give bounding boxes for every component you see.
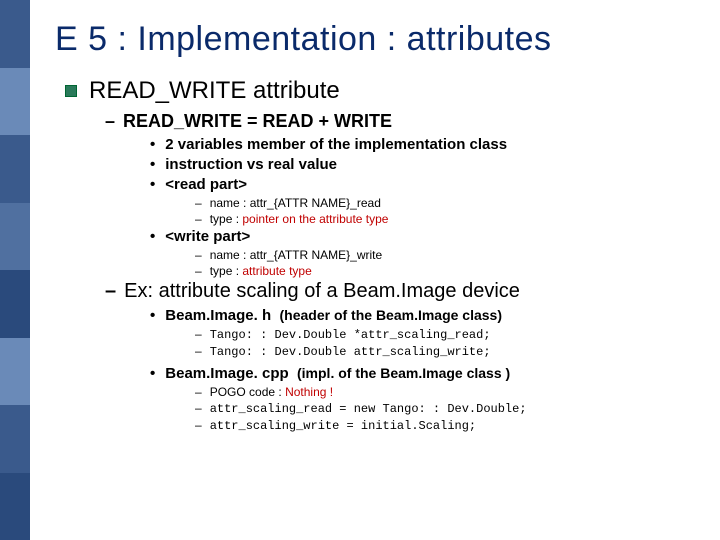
code-text: Tango: : Dev.Double *attr_scaling_read;: [210, 328, 491, 342]
text: instruction vs real value: [165, 156, 337, 173]
text: type :: [210, 212, 243, 226]
text: name : attr_{ATTR NAME}_write: [210, 248, 383, 262]
heading-read-write: READ_WRITE attribute: [65, 77, 708, 105]
sub-rw-eq: –READ_WRITE = READ + WRITE: [105, 111, 708, 132]
red-text: pointer on the attribute type: [242, 212, 388, 226]
text: <write part>: [165, 228, 250, 245]
text: name : attr_{ATTR NAME}_read: [210, 196, 381, 210]
bullet-write-part: •<write part>: [150, 228, 708, 245]
red-text: attribute type: [242, 264, 311, 278]
text: 2 variables member of the implementation…: [165, 136, 507, 153]
pogo-line: –POGO code : Nothing !: [195, 385, 708, 399]
bullet-instruction: •instruction vs real value: [150, 156, 708, 173]
sidebar-stripe: [0, 0, 30, 540]
text: Beam.Image. cpp: [165, 365, 288, 382]
code-text: attr_scaling_write = initial.Scaling;: [210, 419, 476, 433]
header-line-1: –Tango: : Dev.Double *attr_scaling_read;: [195, 327, 708, 342]
sidebar-seg: [0, 68, 30, 136]
cpp-line-1: –attr_scaling_read = new Tango: : Dev.Do…: [195, 401, 708, 416]
text: Ex: attribute scaling of a Beam.Image de…: [124, 280, 520, 302]
sidebar-seg: [0, 203, 30, 271]
read-part-name: –name : attr_{ATTR NAME}_read: [195, 196, 708, 210]
paren-text: (impl. of the Beam.Image class ): [297, 365, 510, 381]
sidebar-seg: [0, 135, 30, 203]
heading-text: READ_WRITE attribute: [89, 77, 340, 104]
cpp-file: •Beam.Image. cpp (impl. of the Beam.Imag…: [150, 365, 708, 382]
cpp-line-2: –attr_scaling_write = initial.Scaling;: [195, 418, 708, 433]
paren-text: (header of the Beam.Image class): [279, 307, 502, 323]
sidebar-seg: [0, 338, 30, 406]
write-part-name: –name : attr_{ATTR NAME}_write: [195, 248, 708, 262]
square-bullet-icon: [65, 85, 77, 97]
text: Beam.Image. h: [165, 307, 271, 324]
sidebar-seg: [0, 405, 30, 473]
bullet-read-part: •<read part>: [150, 176, 708, 193]
slide-content: E 5 : Implementation : attributes READ_W…: [55, 20, 708, 435]
sidebar-seg: [0, 0, 30, 68]
header-file: •Beam.Image. h (header of the Beam.Image…: [150, 307, 708, 324]
red-text: Nothing !: [285, 385, 333, 399]
header-line-2: –Tango: : Dev.Double attr_scaling_write;: [195, 344, 708, 359]
sidebar-seg: [0, 270, 30, 338]
code-text: attr_scaling_read = new Tango: : Dev.Dou…: [210, 402, 527, 416]
write-part-type: –type : attribute type: [195, 264, 708, 278]
text: type :: [210, 264, 243, 278]
text: POGO code :: [210, 385, 285, 399]
bullet-vars: •2 variables member of the implementatio…: [150, 136, 708, 153]
text: <read part>: [165, 176, 247, 193]
slide-title: E 5 : Implementation : attributes: [55, 20, 708, 59]
sidebar-seg: [0, 473, 30, 540]
text: READ_WRITE = READ + WRITE: [123, 111, 392, 131]
read-part-type: –type : pointer on the attribute type: [195, 212, 708, 226]
example-heading: –Ex: attribute scaling of a Beam.Image d…: [105, 280, 708, 303]
code-text: Tango: : Dev.Double attr_scaling_write;: [210, 345, 491, 359]
